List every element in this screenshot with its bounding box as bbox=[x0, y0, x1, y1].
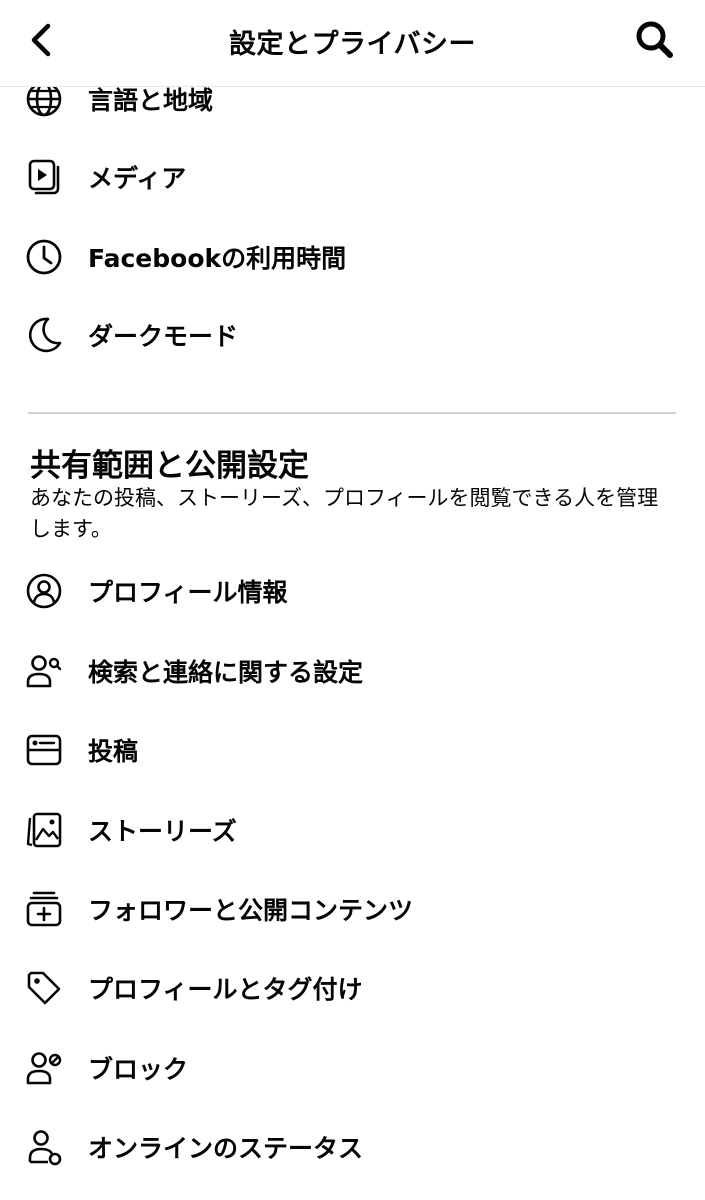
block-person-icon bbox=[26, 1052, 62, 1085]
followers-icon bbox=[26, 891, 62, 927]
menu-item-label: オンラインのステータス bbox=[88, 1134, 364, 1163]
moon-icon bbox=[28, 317, 62, 353]
menu-item-label: 投稿 bbox=[88, 737, 139, 766]
menu-item-label: 検索と連絡に関する設定 bbox=[88, 658, 364, 687]
profile-circle-icon bbox=[26, 573, 62, 609]
menu-item-profile-tagging[interactable]: プロフィールとタグ付け bbox=[0, 953, 705, 1023]
online-status-icon bbox=[28, 1130, 62, 1166]
top-bar: 設定とプライバシー bbox=[0, 0, 705, 87]
menu-item-label: ストーリーズ bbox=[88, 817, 237, 846]
menu-item-dark-mode[interactable]: ダークモード bbox=[0, 300, 705, 370]
menu-item-search-contact[interactable]: 検索と連絡に関する設定 bbox=[0, 636, 705, 706]
menu-item-active-status[interactable]: オンラインのステータス bbox=[0, 1112, 705, 1182]
menu-item-followers[interactable]: フォロワーと公開コンテンツ bbox=[0, 874, 705, 944]
section-description: あなたの投稿、ストーリーズ、プロフィールを閲覧できる人を管理します。 bbox=[30, 486, 659, 541]
search-icon bbox=[636, 21, 673, 58]
tag-icon bbox=[27, 971, 61, 1005]
post-icon bbox=[26, 734, 62, 766]
menu-item-label: ダークモード bbox=[88, 322, 239, 351]
menu-item-label: Facebookの利用時間 bbox=[88, 244, 347, 273]
search-button[interactable] bbox=[630, 16, 678, 64]
menu-item-label: プロフィールとタグ付け bbox=[88, 975, 363, 1004]
menu-item-media[interactable]: メディア bbox=[0, 142, 705, 212]
person-search-icon bbox=[26, 655, 62, 688]
media-icon bbox=[28, 159, 60, 195]
page-title: 設定とプライバシー bbox=[229, 29, 476, 60]
clock-icon bbox=[26, 239, 62, 275]
menu-item-label: メディア bbox=[88, 164, 187, 193]
menu-item-blocking[interactable]: ブロック bbox=[0, 1033, 705, 1103]
stories-icon bbox=[26, 812, 62, 848]
menu-item-label: プロフィール情報 bbox=[88, 578, 288, 607]
menu-item-time-on-facebook[interactable]: Facebookの利用時間 bbox=[0, 222, 705, 292]
menu-item-stories[interactable]: ストーリーズ bbox=[0, 795, 705, 865]
menu-item-posts[interactable]: 投稿 bbox=[0, 715, 705, 785]
menu-item-profile-info[interactable]: プロフィール情報 bbox=[0, 556, 705, 626]
menu-item-label: ブロック bbox=[88, 1055, 189, 1084]
section-divider bbox=[28, 412, 676, 414]
menu-item-label: フォロワーと公開コンテンツ bbox=[88, 896, 414, 925]
section-title: 共有範囲と公開設定 bbox=[30, 448, 309, 484]
